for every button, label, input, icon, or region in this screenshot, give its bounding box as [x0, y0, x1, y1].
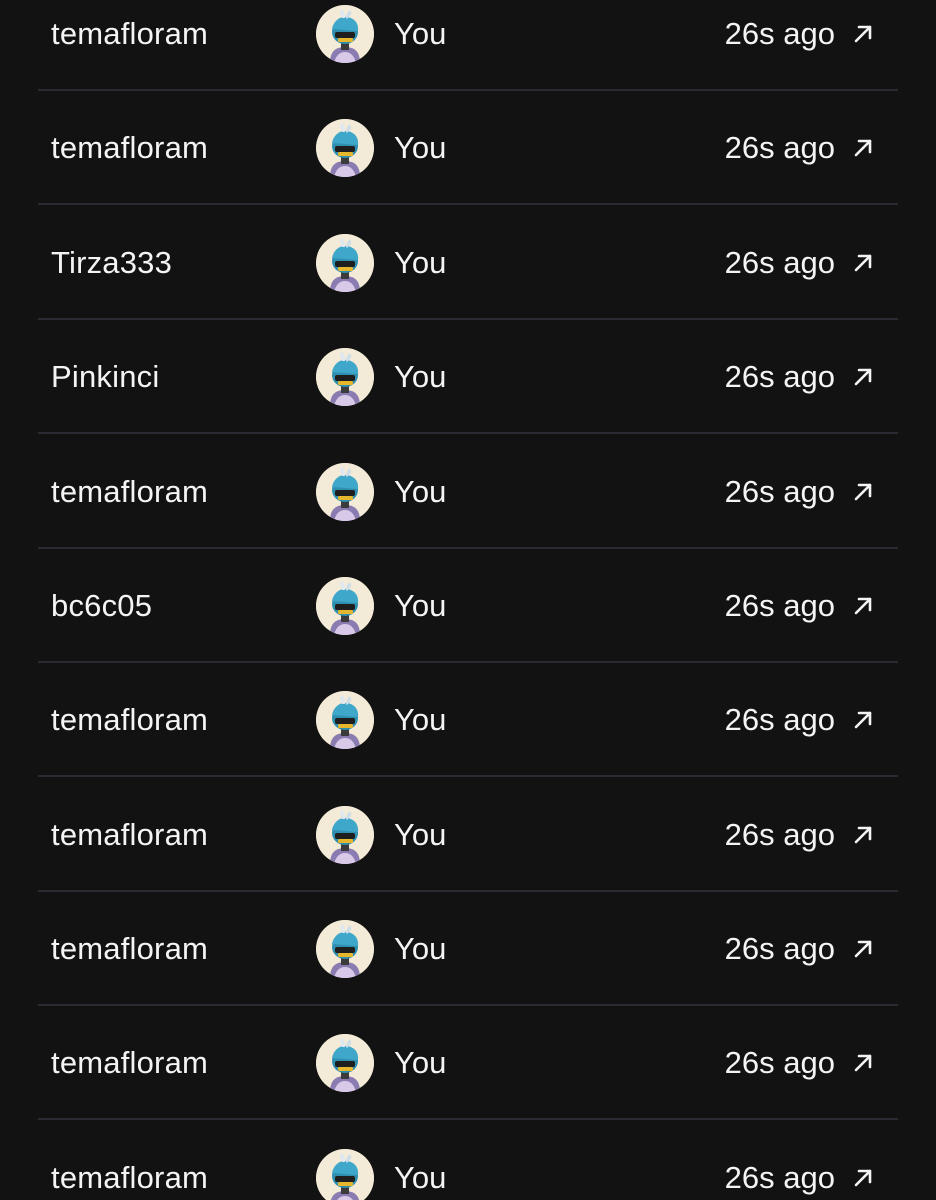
list-item[interactable]: temafloram You 26s ago — [38, 0, 898, 91]
recipient-name: You — [394, 588, 447, 623]
sender-name[interactable]: Tirza333 — [51, 245, 172, 281]
divider — [38, 1118, 898, 1120]
list-item[interactable]: Tirza333 You 26s ago — [38, 206, 898, 320]
recipient-name: You — [394, 702, 447, 737]
nft-avatar-icon — [316, 1034, 374, 1092]
sender-name[interactable]: temafloram — [51, 130, 208, 166]
nft-avatar-icon — [316, 1149, 374, 1200]
arrow-up-right-icon[interactable] — [850, 707, 876, 733]
arrow-up-right-icon[interactable] — [850, 936, 876, 962]
arrow-up-right-icon[interactable] — [850, 1050, 876, 1076]
list-item[interactable]: temafloram You 26s ago — [38, 663, 898, 777]
arrow-up-right-icon[interactable] — [850, 135, 876, 161]
timestamp: 26s ago — [724, 1045, 835, 1080]
arrow-up-right-icon[interactable] — [850, 364, 876, 390]
nft-avatar-icon — [316, 806, 374, 864]
divider — [38, 203, 898, 205]
list-item[interactable]: temafloram You 26s ago — [38, 1006, 898, 1120]
recipient-name: You — [394, 359, 447, 394]
arrow-up-right-icon[interactable] — [850, 1165, 876, 1191]
recipient-name: You — [394, 1045, 447, 1080]
recipient-name: You — [394, 245, 447, 280]
timestamp: 26s ago — [724, 1160, 835, 1195]
sender-name[interactable]: temafloram — [51, 931, 208, 967]
nft-avatar-icon — [316, 691, 374, 749]
timestamp: 26s ago — [724, 931, 835, 966]
list-item[interactable]: temafloram You 26s ago — [38, 778, 898, 892]
timestamp: 26s ago — [724, 245, 835, 280]
nft-avatar-icon — [316, 5, 374, 63]
list-item[interactable]: temafloram You 26s ago — [38, 892, 898, 1006]
timestamp: 26s ago — [724, 359, 835, 394]
sender-name[interactable]: temafloram — [51, 1045, 208, 1081]
arrow-up-right-icon[interactable] — [850, 250, 876, 276]
nft-avatar-icon — [316, 348, 374, 406]
recipient-name: You — [394, 16, 447, 51]
recipient-name: You — [394, 1160, 447, 1195]
list-item[interactable]: bc6c05 You 26s ago — [38, 549, 898, 663]
timestamp: 26s ago — [724, 588, 835, 623]
nft-avatar-icon — [316, 119, 374, 177]
sender-name[interactable]: temafloram — [51, 817, 208, 853]
recipient-name: You — [394, 474, 447, 509]
timestamp: 26s ago — [724, 702, 835, 737]
timestamp: 26s ago — [724, 16, 835, 51]
activity-list: temafloram You 26s ago temafloram You 26… — [0, 0, 936, 1200]
nft-avatar-icon — [316, 463, 374, 521]
arrow-up-right-icon[interactable] — [850, 593, 876, 619]
divider — [38, 432, 898, 434]
list-item[interactable]: temafloram You 26s ago — [38, 435, 898, 549]
recipient-name: You — [394, 130, 447, 165]
divider — [38, 775, 898, 777]
arrow-up-right-icon[interactable] — [850, 822, 876, 848]
arrow-up-right-icon[interactable] — [850, 479, 876, 505]
list-item[interactable]: Pinkinci You 26s ago — [38, 320, 898, 434]
nft-avatar-icon — [316, 920, 374, 978]
sender-name[interactable]: Pinkinci — [51, 359, 159, 395]
sender-name[interactable]: temafloram — [51, 1160, 208, 1196]
recipient-name: You — [394, 931, 447, 966]
nft-avatar-icon — [316, 577, 374, 635]
timestamp: 26s ago — [724, 474, 835, 509]
list-item[interactable]: temafloram You 26s ago — [38, 1121, 898, 1200]
list-item[interactable]: temafloram You 26s ago — [38, 91, 898, 205]
timestamp: 26s ago — [724, 817, 835, 852]
sender-name[interactable]: bc6c05 — [51, 588, 152, 624]
timestamp: 26s ago — [724, 130, 835, 165]
recipient-name: You — [394, 817, 447, 852]
arrow-up-right-icon[interactable] — [850, 21, 876, 47]
sender-name[interactable]: temafloram — [51, 474, 208, 510]
sender-name[interactable]: temafloram — [51, 16, 208, 52]
nft-avatar-icon — [316, 234, 374, 292]
sender-name[interactable]: temafloram — [51, 702, 208, 738]
